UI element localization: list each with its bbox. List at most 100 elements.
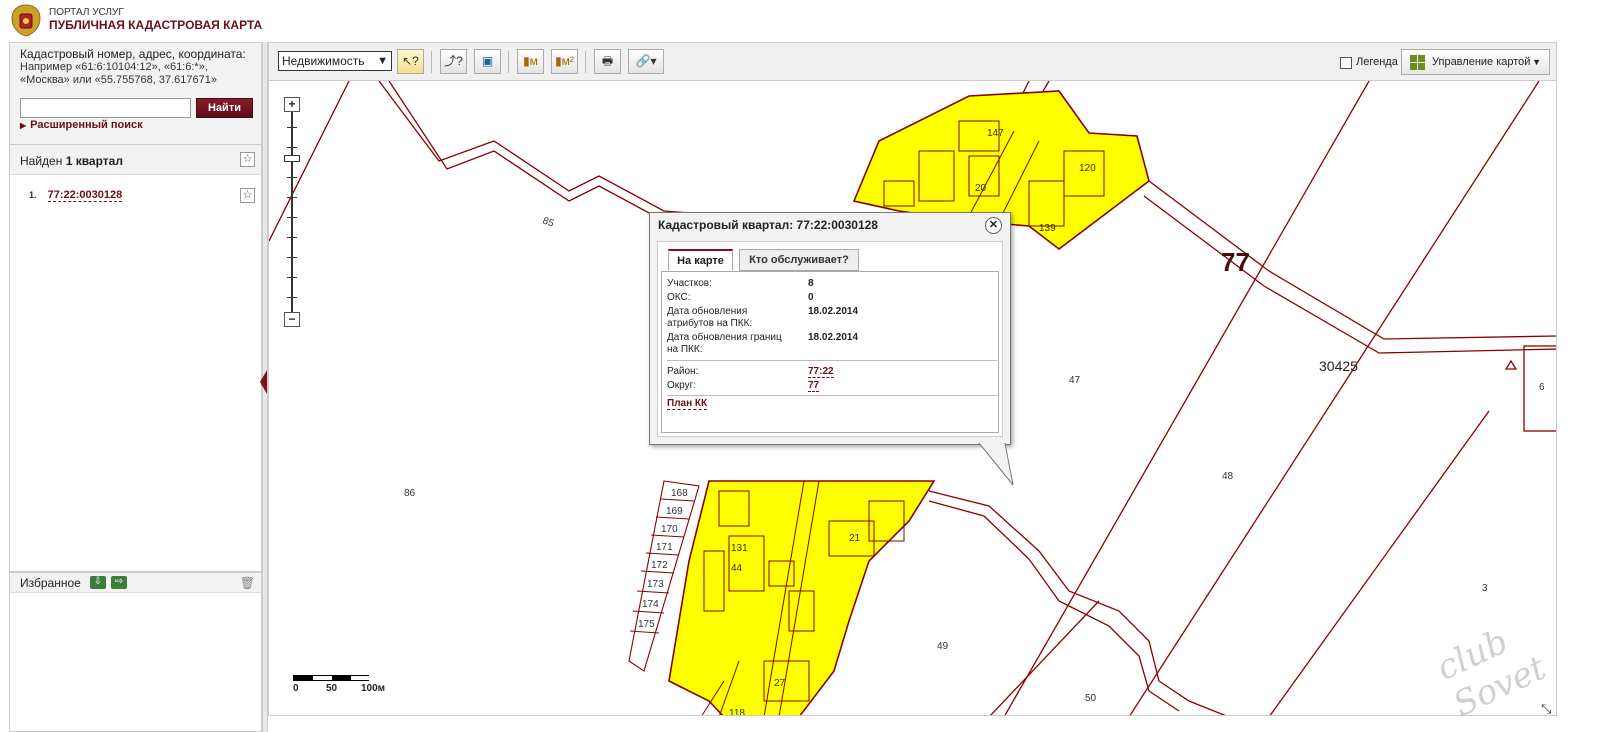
divider [667, 360, 997, 361]
advanced-search-link[interactable]: ▶ Расширенный поиск [20, 119, 143, 131]
parcel-label: 139 [1039, 223, 1056, 234]
header: ПОРТАЛ УСЛУГ ПУБЛИЧНАЯ КАДАСТРОВАЯ КАРТА [0, 0, 1600, 42]
close-icon[interactable]: ✕ [985, 217, 1002, 234]
plan-kk-link[interactable]: План КК [667, 398, 708, 410]
export-excel-icon[interactable]: ⇩ [90, 576, 106, 589]
resize-handle-icon[interactable]: ⤡ [1541, 701, 1551, 717]
results-count: 1 квартал [65, 154, 123, 168]
collapse-panel-arrow-icon[interactable] [260, 370, 267, 394]
row-label-okrug: Округ: [667, 380, 697, 391]
parcel-label: 6 [1539, 382, 1545, 393]
map-control-grid-icon [1410, 55, 1425, 70]
row-value-border-date: 18.02.2014 [808, 332, 859, 343]
parcel-label: 120 [1079, 163, 1096, 174]
search-input[interactable] [20, 98, 191, 118]
search-button[interactable]: Найти [196, 98, 253, 118]
zoom-tick [287, 237, 297, 238]
parcel-label: 131 [731, 543, 748, 554]
map-control-label: Управление картой [1432, 56, 1531, 68]
parcel-label: 172 [651, 560, 668, 571]
print-icon[interactable]: 🖶 [594, 49, 621, 74]
measure-length-icon[interactable]: ▮м [517, 49, 544, 74]
okrug-link[interactable]: 77 [808, 380, 820, 392]
road-label: 30425 [1319, 358, 1358, 374]
page-title[interactable]: ПУБЛИЧНАЯ КАДАСТРОВАЯ КАРТА [49, 18, 262, 32]
export-excel-all-icon[interactable]: ⇨ [111, 576, 127, 589]
parcel-label: 50 [1085, 693, 1097, 704]
parcel-label: 170 [661, 524, 678, 535]
zoom-control: + − [284, 97, 300, 329]
parcel-label: 171 [656, 542, 673, 553]
row-label-district: Район: [667, 366, 699, 377]
result-list-item: 1. 77:22:0030128 [29, 189, 123, 202]
search-hint: Кадастровый номер, адрес, координата: На… [20, 48, 255, 87]
parcel-label: 173 [647, 579, 664, 590]
layer-select[interactable]: Недвижимость ▼ [278, 51, 392, 71]
row-label-border-date-line2: на ПКК: [667, 344, 703, 355]
map-area[interactable]: Недвижимость ▼ ↖? ⤴? ▣ ▮м ▮м² 🖶 🔗▾ Леген… [268, 42, 1557, 716]
results-panel: Найден 1 квартал ☆ 1. 77:22:0030128 ☆ [9, 145, 262, 572]
parcel-label: 168 [671, 488, 688, 499]
row-value-parcels: 8 [808, 278, 814, 289]
tab-panel: Участков: 8 ОКС: 0 Дата обновления атриб… [661, 271, 999, 433]
district-link[interactable]: 77:22 [808, 366, 834, 378]
parcel-boundary [990, 600, 1100, 715]
zoom-out-button[interactable]: − [284, 312, 300, 327]
scale-label-0: 0 [293, 683, 299, 694]
chevron-down-icon: ▼ [377, 55, 388, 67]
layer-select-value: Недвижимость [282, 54, 365, 68]
measure-area-icon[interactable]: ▮м² [551, 49, 578, 74]
tab-on-map[interactable]: На карте [668, 249, 733, 271]
parcel-label: 175 [638, 619, 655, 630]
zoom-tick [287, 177, 297, 178]
row-label-attr-date-line2: атрибутов на ПКК: [667, 318, 753, 329]
info-object-icon[interactable]: ▣ [474, 49, 501, 74]
parcel-label: 44 [731, 563, 743, 574]
scale-bar-graphic [293, 675, 370, 681]
result-number: 1. [29, 190, 37, 200]
road-boundary [1143, 195, 1556, 354]
road-boundary [378, 81, 790, 222]
divider [667, 395, 997, 396]
row-label-border-date-line1: Дата обновления границ [667, 332, 782, 343]
map-control-button[interactable]: Управление картой ▼ [1401, 49, 1550, 75]
add-favorite-star-icon[interactable]: ☆ [240, 188, 255, 203]
parcel-label: 86 [404, 488, 416, 499]
road-boundary [928, 500, 1180, 712]
result-link[interactable]: 77:22:0030128 [47, 189, 123, 202]
identify-pointer-icon[interactable]: ↖? [397, 49, 424, 74]
zoom-track[interactable] [291, 112, 293, 312]
cadastral-quarter-south[interactable] [668, 480, 936, 716]
search-hint-line3: «Москва» или «55.755768, 37.617671» [20, 74, 217, 86]
zoom-tick [287, 277, 297, 278]
popup-body: На карте Кто обслуживает? Участков: 8 ОК… [657, 241, 1003, 437]
parcel-label: 169 [666, 506, 683, 517]
road-boundary [928, 490, 1226, 715]
district-label: 77 [1221, 247, 1250, 277]
legend-checkbox[interactable] [1340, 57, 1352, 69]
legend-label: Легенда [1356, 56, 1398, 68]
zoom-tick [287, 197, 297, 198]
zoom-slider-thumb[interactable] [284, 155, 300, 162]
zoom-in-button[interactable]: + [284, 97, 300, 112]
advanced-search-label: Расширенный поиск [30, 119, 143, 131]
favorites-header: Избранное ⇩ ⇨ 🗑 [10, 573, 261, 593]
results-title: Найден 1 квартал [20, 154, 123, 168]
toolbar-separator [431, 51, 432, 73]
add-all-favorites-star-icon[interactable]: ☆ [240, 152, 255, 167]
search-hint-line2: Например «61:6:10104:12», «61:6:*», [20, 61, 208, 73]
search-panel: Кадастровый номер, адрес, координата: На… [9, 42, 262, 145]
favorites-panel: Избранное ⇩ ⇨ 🗑 [9, 572, 262, 732]
link-icon[interactable]: 🔗▾ [628, 49, 664, 74]
popup-title: Кадастровый квартал: 77:22:0030128 [658, 218, 878, 232]
select-area-icon[interactable]: ⤴? [440, 49, 467, 74]
tab-who-serves[interactable]: Кто обслуживает? [739, 249, 859, 271]
coat-of-arms-logo[interactable] [8, 3, 44, 37]
row-label-attr-date-line1: Дата обновления [667, 306, 748, 317]
trash-icon[interactable]: 🗑 [240, 576, 255, 590]
parcel-label: 48 [1222, 471, 1234, 482]
road-boundary [1148, 180, 1556, 340]
row-label-attr-date: Дата обновления атрибутов на ПКК: [667, 306, 752, 330]
row-label-oks: ОКС: [667, 292, 691, 303]
portal-label: ПОРТАЛ УСЛУГ [49, 7, 124, 18]
